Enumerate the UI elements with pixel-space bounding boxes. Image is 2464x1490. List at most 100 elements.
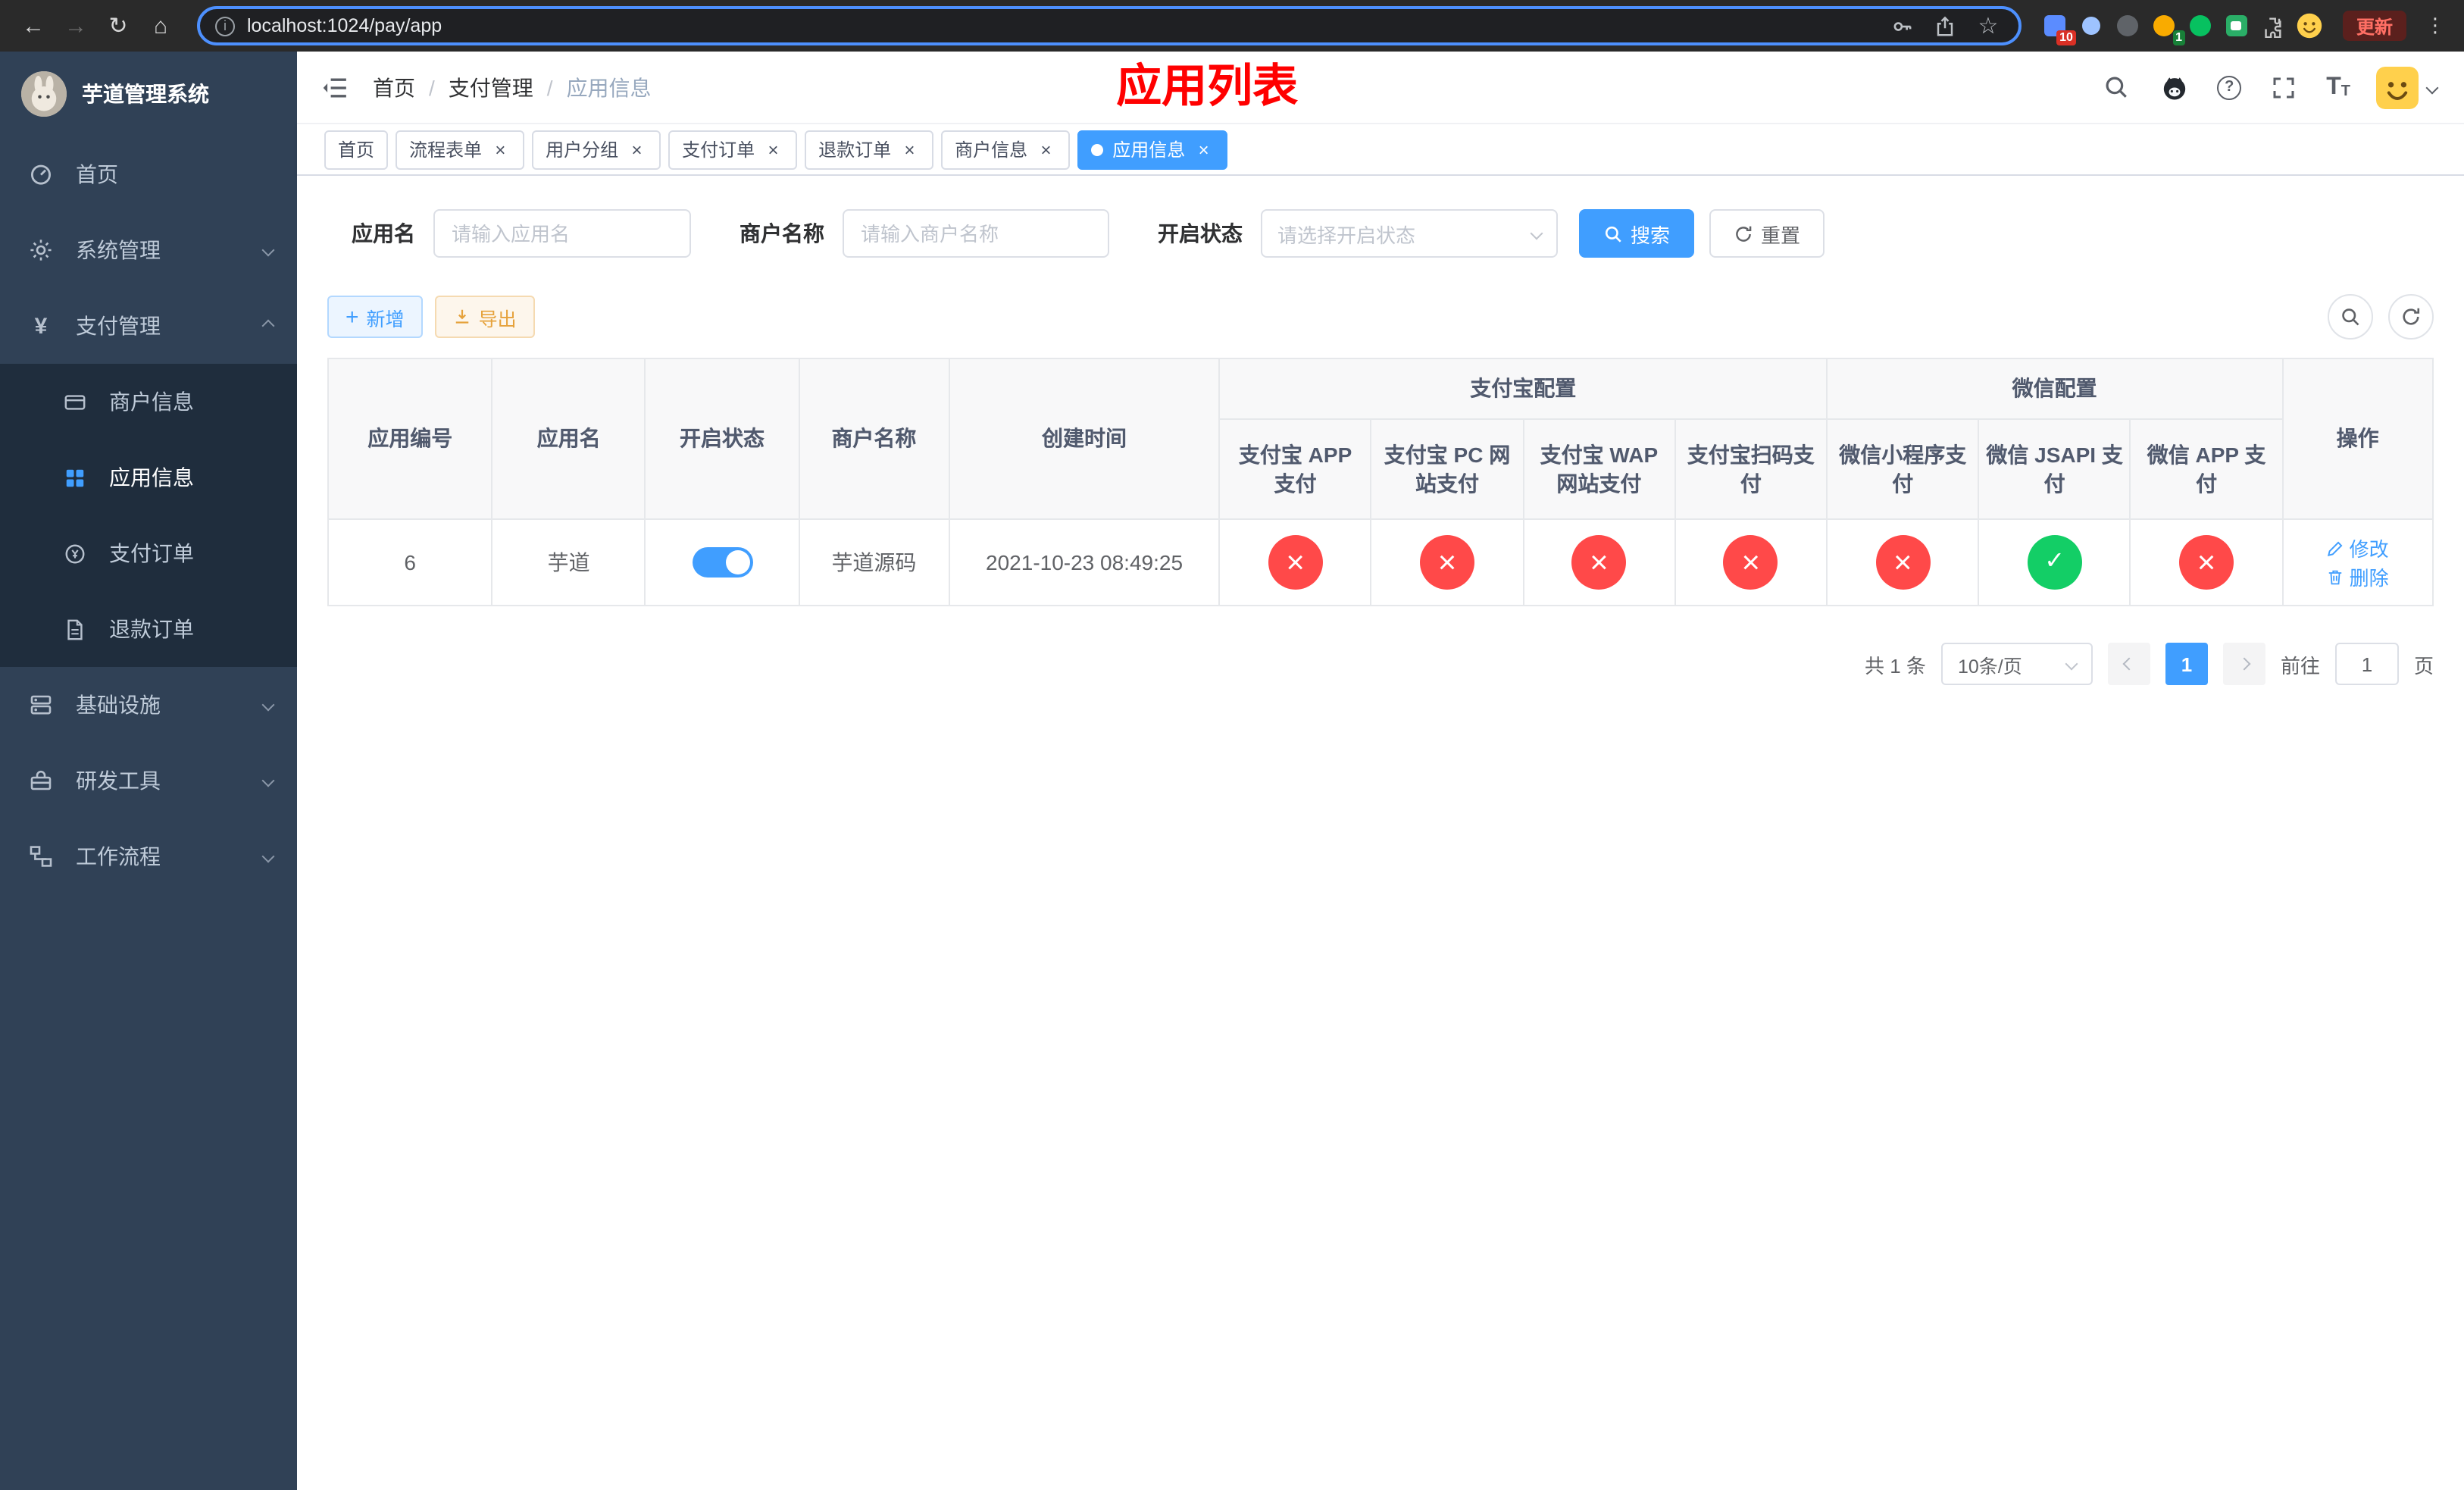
font-size-icon[interactable] — [2326, 75, 2350, 99]
breadcrumb-home[interactable]: 首页 — [373, 72, 415, 102]
dashboard-icon — [27, 161, 55, 188]
tab-merchant-info[interactable]: 商户信息 — [941, 130, 1071, 169]
sidebar-item-devtools[interactable]: 研发工具 — [0, 743, 297, 819]
profile-avatar-icon[interactable] — [2294, 11, 2325, 41]
app-shell: 芋道管理系统 首页 系统管理 ¥ 支付管理 商户信息 应用信息 支付订单 退款订… — [0, 52, 2464, 1490]
table-toolbar: + 新增 导出 — [327, 294, 2434, 340]
alipay-pc-status-icon — [1420, 535, 1474, 590]
search-button[interactable]: 搜索 — [1579, 209, 1695, 258]
browser-update-button[interactable]: 更新 — [2342, 11, 2406, 41]
tab-flow-form[interactable]: 流程表单 — [396, 130, 525, 169]
reset-button[interactable]: 重置 — [1709, 209, 1825, 258]
browser-home-button[interactable]: ⌂ — [142, 8, 179, 44]
next-page-button[interactable] — [2222, 643, 2265, 685]
password-key-icon[interactable] — [1888, 11, 1918, 41]
pay-order-icon — [61, 540, 88, 567]
chevron-down-icon — [261, 850, 275, 863]
edit-link[interactable]: 修改 — [2327, 534, 2389, 562]
browser-back-button[interactable]: ← — [15, 8, 52, 44]
status-select[interactable]: 请选择开启状态 — [1261, 209, 1558, 258]
col-header-status: 开启状态 — [644, 358, 800, 520]
tab-home[interactable]: 首页 — [324, 130, 389, 169]
help-icon[interactable] — [2217, 75, 2242, 99]
plus-icon: + — [346, 304, 359, 330]
tab-app-info[interactable]: 应用信息 — [1077, 130, 1228, 169]
breadcrumb-pay[interactable]: 支付管理 — [449, 72, 533, 102]
breadcrumb-current: 应用信息 — [566, 75, 652, 99]
goto-page-input[interactable] — [2334, 643, 2399, 685]
app-name-input[interactable] — [433, 209, 691, 258]
prev-page-button[interactable] — [2107, 643, 2150, 685]
sidebar-item-pay-order[interactable]: 支付订单 — [0, 515, 297, 591]
github-icon[interactable] — [2158, 70, 2191, 104]
fullscreen-icon[interactable] — [2267, 70, 2300, 104]
chat-extension-icon[interactable] — [2222, 11, 2252, 41]
status-toggle[interactable] — [692, 547, 753, 578]
page-size-value: 10条/页 — [1957, 656, 2022, 677]
logo-avatar — [21, 71, 67, 117]
sidebar-item-workflow[interactable]: 工作流程 — [0, 819, 297, 894]
page-size-select[interactable]: 10条/页 — [1940, 643, 2093, 685]
user-menu[interactable] — [2376, 66, 2439, 108]
share-icon[interactable] — [1931, 11, 1961, 41]
browser-forward-button[interactable]: → — [58, 8, 94, 44]
close-icon[interactable] — [899, 139, 920, 160]
chevron-up-icon — [261, 319, 275, 333]
close-icon[interactable] — [626, 139, 647, 160]
add-button[interactable]: + 新增 — [327, 296, 423, 338]
refresh-table-button[interactable] — [2388, 294, 2434, 340]
main-area: 首页 支付管理 应用信息 应用列表 — [297, 52, 2464, 1490]
page-info-icon[interactable]: i — [215, 16, 235, 36]
sidebar-item-refund-order[interactable]: 退款订单 — [0, 591, 297, 667]
sidebar-item-label: 基础设施 — [76, 693, 161, 717]
wechat-jsapi-status-icon — [2027, 535, 2082, 590]
page-number-button[interactable]: 1 — [2165, 643, 2208, 685]
edit-link-label: 修改 — [2349, 538, 2389, 561]
tab-label: 应用信息 — [1112, 139, 1186, 161]
toggle-search-button[interactable] — [2328, 294, 2373, 340]
tab-pay-order[interactable]: 支付订单 — [668, 130, 798, 169]
breadcrumb-separator — [547, 75, 553, 99]
extension-dark-icon[interactable] — [2112, 11, 2143, 41]
search-icon[interactable] — [2099, 70, 2132, 104]
group-header-wechat: 微信配置 — [1826, 358, 2284, 420]
tab-user-group[interactable]: 用户分组 — [532, 130, 661, 169]
sidebar-item-app-info[interactable]: 应用信息 — [0, 440, 297, 515]
close-icon[interactable] — [762, 139, 783, 160]
close-icon[interactable] — [1193, 139, 1214, 160]
merchant-name-input[interactable] — [843, 209, 1109, 258]
tab-refund-order[interactable]: 退款订单 — [805, 130, 934, 169]
close-icon[interactable] — [1035, 139, 1056, 160]
sidebar-item-merchant-info[interactable]: 商户信息 — [0, 364, 297, 440]
cell-id: 6 — [327, 518, 493, 606]
app-name-label: 应用名 — [352, 221, 415, 246]
bookmark-star-icon[interactable] — [1973, 11, 2003, 41]
export-button[interactable]: 导出 — [434, 296, 535, 338]
total-count: 共 1 条 — [1865, 654, 1926, 677]
tab-label: 支付订单 — [682, 139, 755, 161]
sidebar-item-system[interactable]: 系统管理 — [0, 212, 297, 288]
sidebar-item-pay[interactable]: ¥ 支付管理 — [0, 288, 297, 364]
url-bar[interactable]: i localhost:1024/pay/app — [197, 6, 2022, 45]
chevron-down-icon — [1530, 227, 1543, 240]
delete-link[interactable]: 删除 — [2327, 562, 2389, 591]
cell-merchant: 芋道源码 — [798, 518, 950, 606]
sidebar-collapse-icon[interactable] — [318, 70, 352, 104]
wechat-mini-status-icon — [1875, 535, 1931, 590]
table-row: 6 芋道 芋道源码 2021-10-23 08:49:25 × × × × × … — [327, 518, 2434, 606]
extension-grid-icon[interactable]: 10 — [2040, 11, 2076, 45]
sidebar-item-home[interactable]: 首页 — [0, 136, 297, 212]
extension-drop-icon[interactable] — [2076, 11, 2106, 41]
pay-submenu: 商户信息 应用信息 支付订单 退款订单 — [0, 364, 297, 667]
extension-avatar-icon[interactable]: 1 — [2149, 11, 2185, 45]
wechat-devtools-icon[interactable] — [2185, 11, 2215, 41]
navbar: 首页 支付管理 应用信息 应用列表 — [297, 52, 2464, 124]
browser-menu-icon[interactable] — [2422, 14, 2449, 38]
grid-icon — [61, 464, 88, 491]
extensions-puzzle-icon[interactable] — [2258, 11, 2288, 41]
app-logo[interactable]: 芋道管理系统 — [0, 52, 297, 136]
browser-reload-button[interactable]: ↻ — [100, 8, 136, 44]
page-unit-label: 页 — [2413, 654, 2434, 677]
close-icon[interactable] — [489, 139, 511, 160]
sidebar-item-infra[interactable]: 基础设施 — [0, 667, 297, 743]
